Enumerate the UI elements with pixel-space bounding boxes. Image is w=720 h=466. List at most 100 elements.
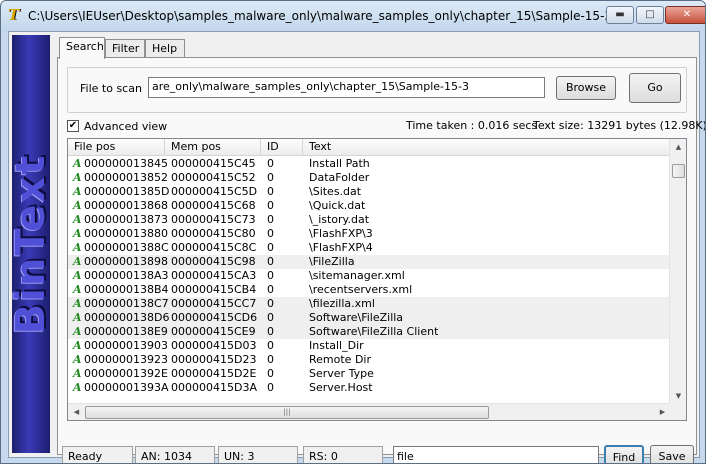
table-row[interactable]: A 00000001393A 000000415D3A 0 Server.Host xyxy=(68,381,671,395)
cell-text: Server.Host xyxy=(309,381,373,394)
table-row[interactable]: A 000000013852 000000415C52 0 DataFolder xyxy=(68,171,671,185)
cell-file-pos: 0000000138C7 xyxy=(84,297,169,310)
column-header-id[interactable]: ID xyxy=(261,139,303,156)
cell-mem-pos: 000000415C80 xyxy=(171,227,256,240)
cell-text: \Quick.dat xyxy=(309,199,366,212)
cell-mem-pos: 000000415D03 xyxy=(171,339,257,352)
table-row[interactable]: A 000000013845 000000415C45 0 Install Path xyxy=(68,157,671,171)
column-header-mem-pos[interactable]: Mem pos xyxy=(165,139,261,156)
advanced-view-option[interactable]: ✔ Advanced view xyxy=(67,118,167,134)
horizontal-scrollbar[interactable]: ◀ ||| ▶ xyxy=(68,403,671,420)
cell-mem-pos: 000000415CC7 xyxy=(171,297,257,310)
cell-id: 0 xyxy=(267,325,274,338)
tab-search[interactable]: Search xyxy=(59,37,105,59)
cell-file-pos: 0000000138E9 xyxy=(84,325,168,338)
cell-file-pos: 0000000138B4 xyxy=(84,283,169,296)
file-to-scan-input[interactable]: are_only\malware_samples_only\chapter_15… xyxy=(148,77,545,98)
bintext-app-icon[interactable]: T xyxy=(8,7,22,23)
close-button[interactable]: ✕ xyxy=(665,6,705,24)
table-row[interactable]: A 000000013923 000000415D23 0 Remote Dir xyxy=(68,353,671,367)
find-input[interactable]: file xyxy=(393,446,599,463)
ascii-string-icon: A xyxy=(73,339,82,352)
cell-text: Software\FileZilla Client xyxy=(309,325,439,338)
cell-mem-pos: 000000415C73 xyxy=(171,213,256,226)
column-header-file-pos[interactable]: File pos xyxy=(68,139,165,156)
cell-file-pos: 000000013903 xyxy=(84,339,168,352)
browse-button[interactable]: Browse xyxy=(556,76,616,100)
cell-text: \recentservers.xml xyxy=(309,283,413,296)
file-to-scan-group: File to scan are_only\malware_samples_on… xyxy=(67,67,687,113)
table-row[interactable]: A 000000013868 000000415C68 0 \Quick.dat xyxy=(68,199,671,213)
advanced-view-checkbox[interactable]: ✔ xyxy=(67,120,79,132)
maximize-button[interactable]: □ xyxy=(636,6,664,24)
ascii-string-icon: A xyxy=(73,199,82,212)
save-button-label: Save xyxy=(658,450,686,463)
ascii-string-icon: A xyxy=(73,381,82,394)
table-row[interactable]: A 00000001385D 000000415C5D 0 \Sites.dat xyxy=(68,185,671,199)
table-row[interactable]: A 0000000138B4 000000415CB4 0 \recentservers… xyxy=(68,283,671,297)
cell-file-pos: 0000000138D6 xyxy=(84,311,170,324)
cell-id: 0 xyxy=(267,367,274,380)
window-title: C:\Users\IEUser\Desktop\samples_malware_… xyxy=(28,9,613,23)
cell-text: \FlashFXP\4 xyxy=(309,241,373,254)
column-header-text[interactable]: Text xyxy=(303,139,671,156)
cell-id: 0 xyxy=(267,171,274,184)
text-size-text: Text size: 13291 bytes (12.98K) xyxy=(533,119,706,132)
brand-logo-text: BinText xyxy=(12,153,50,335)
scroll-left-arrow-icon[interactable]: ◀ xyxy=(68,404,85,420)
table-row[interactable]: A 00000001388C 000000415C8C 0 \FlashFXP\4 xyxy=(68,241,671,255)
vertical-scrollbar[interactable]: ▲ ▼ xyxy=(669,139,686,405)
go-button[interactable]: Go xyxy=(629,73,681,103)
cell-id: 0 xyxy=(267,213,274,226)
time-taken-text: Time taken : 0.016 secs xyxy=(406,119,538,132)
cell-text: \sitemanager.xml xyxy=(309,269,405,282)
ascii-string-icon: A xyxy=(73,227,82,240)
table-row[interactable]: A 0000000138E9 000000415CE9 0 Software\FileZ… xyxy=(68,325,671,339)
cell-file-pos: 000000013923 xyxy=(84,353,168,366)
cell-id: 0 xyxy=(267,297,274,310)
client-area: BinText Search Filter Help File to scan … xyxy=(8,31,705,463)
file-to-scan-label: File to scan xyxy=(80,82,142,95)
tab-filter[interactable]: Filter xyxy=(105,39,145,58)
results-list[interactable]: File pos Mem pos ID Text A 000000013845 00… xyxy=(67,138,687,421)
table-row[interactable]: A 000000013903 000000415D03 0 Install_Dir xyxy=(68,339,671,353)
scroll-up-arrow-icon[interactable]: ▲ xyxy=(670,139,686,156)
cell-mem-pos: 000000415CA3 xyxy=(171,269,257,282)
cell-mem-pos: 000000415C52 xyxy=(171,171,256,184)
table-row[interactable]: A 00000001392E 000000415D2E 0 Server Type xyxy=(68,367,671,381)
cell-file-pos: 00000001392E xyxy=(84,367,168,380)
browse-button-label: Browse xyxy=(565,81,607,94)
minimize-icon: ▬ xyxy=(615,9,625,20)
minimize-button[interactable]: ▬ xyxy=(606,6,634,24)
table-row[interactable]: A 000000013880 000000415C80 0 \FlashFXP\3 xyxy=(68,227,671,241)
cell-id: 0 xyxy=(267,227,274,240)
status-un-count: UN: 3 xyxy=(218,446,298,463)
go-button-label: Go xyxy=(647,81,663,94)
cell-id: 0 xyxy=(267,283,274,296)
title-bar[interactable]: T C:\Users\IEUser\Desktop\samples_malwar… xyxy=(1,1,705,31)
horizontal-scroll-thumb[interactable]: ||| xyxy=(85,406,489,419)
cell-file-pos: 00000001393A xyxy=(84,381,169,394)
cell-id: 0 xyxy=(267,157,274,170)
ascii-string-icon: A xyxy=(73,325,82,338)
bintext-brand-banner: BinText xyxy=(12,35,50,453)
cell-mem-pos: 000000415D2E xyxy=(171,367,257,380)
cell-id: 0 xyxy=(267,199,274,212)
ascii-string-icon: A xyxy=(73,185,82,198)
cell-file-pos: 00000001388C xyxy=(84,241,169,254)
table-row[interactable]: A 0000000138D6 000000415CD6 0 Software\FileZ… xyxy=(68,311,671,325)
cell-mem-pos: 000000415C45 xyxy=(171,157,256,170)
cell-id: 0 xyxy=(267,311,274,324)
save-button[interactable]: Save xyxy=(650,445,694,463)
cell-mem-pos: 000000415C98 xyxy=(171,255,256,268)
table-row[interactable]: A 000000013873 000000415C73 0 \_istory.dat xyxy=(68,213,671,227)
tab-help[interactable]: Help xyxy=(145,39,185,58)
status-rs-count: RS: 0 xyxy=(303,446,383,463)
ascii-string-icon: A xyxy=(73,213,82,226)
table-row[interactable]: A 000000013898 000000415C98 0 \FileZilla xyxy=(68,255,671,269)
find-button[interactable]: Find xyxy=(604,445,644,463)
table-row[interactable]: A 0000000138A3 000000415CA3 0 \sitemanager.x… xyxy=(68,269,671,283)
table-row[interactable]: A 0000000138C7 000000415CC7 0 \filezilla.xml xyxy=(68,297,671,311)
vertical-scroll-thumb[interactable] xyxy=(672,164,685,178)
ascii-string-icon: A xyxy=(73,157,82,170)
